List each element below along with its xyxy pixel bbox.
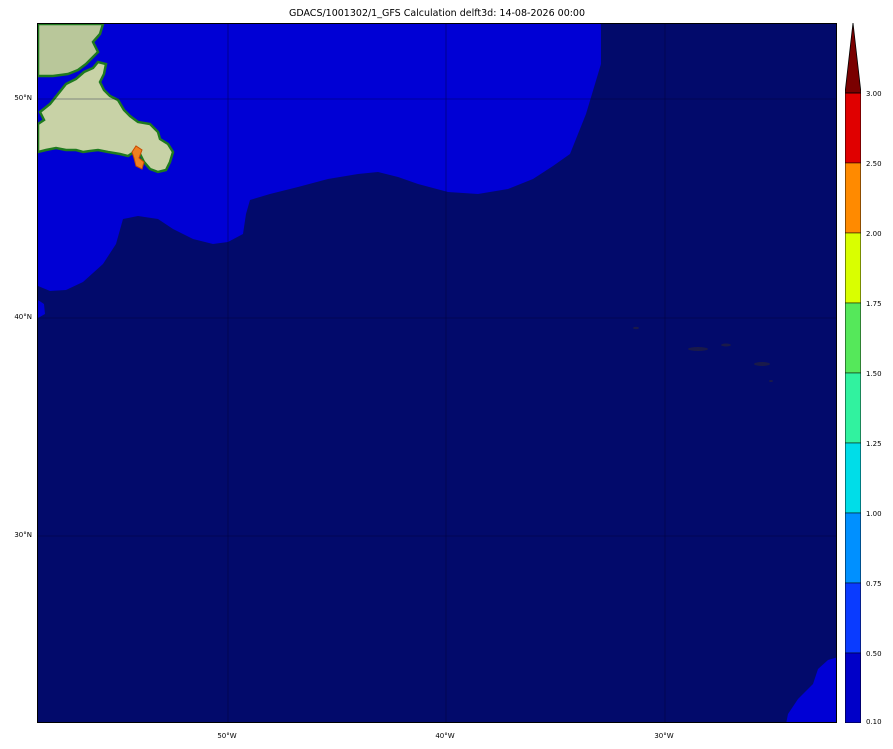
colorbar-label-2.50: 2.50 xyxy=(866,160,882,168)
island-azores-1 xyxy=(633,326,639,330)
lat-label-40n: 40°N xyxy=(14,313,32,321)
colorbar-bins xyxy=(845,92,861,723)
colorbar-label-0.75: 0.75 xyxy=(866,580,882,588)
colorbar-bin-1 xyxy=(845,162,861,234)
colorbar xyxy=(845,23,861,723)
colorbar-bin-2 xyxy=(845,232,861,304)
colorbar-bin-6 xyxy=(845,512,861,584)
colorbar-bin-7 xyxy=(845,582,861,654)
colorbar-label-3.00: 3.00 xyxy=(866,90,882,98)
lat-label-50n: 50°N xyxy=(14,94,32,102)
lon-label-50w: 50°W xyxy=(217,732,237,740)
island-azores-4 xyxy=(754,362,770,366)
colorbar-label-0.50: 0.50 xyxy=(866,650,882,658)
colorbar-label-1.75: 1.75 xyxy=(866,300,882,308)
colorbar-bin-5 xyxy=(845,442,861,514)
map-title: GDACS/1001302/1_GFS Calculation delft3d:… xyxy=(288,8,586,19)
colorbar-label-2.00: 2.00 xyxy=(866,230,882,238)
colorbar-bin-8 xyxy=(845,652,861,723)
map-panel[interactable] xyxy=(37,23,837,723)
colorbar-label-1.00: 1.00 xyxy=(866,510,882,518)
colorbar-bin-4 xyxy=(845,372,861,444)
lat-label-30n: 30°N xyxy=(14,531,32,539)
island-azores-3 xyxy=(721,343,731,347)
island-azores-2 xyxy=(688,347,708,351)
colorbar-label-0.10: 0.10 xyxy=(866,718,882,726)
colorbar-label-1.50: 1.50 xyxy=(866,370,882,378)
lon-label-30w: 30°W xyxy=(654,732,674,740)
colorbar-bin-3 xyxy=(845,302,861,374)
map-canvas xyxy=(38,24,836,722)
island-azores-5 xyxy=(769,380,773,382)
colorbar-extend-arrow xyxy=(845,23,861,94)
lon-label-40w: 40°W xyxy=(435,732,455,740)
colorbar-bin-0 xyxy=(845,92,861,164)
colorbar-label-1.25: 1.25 xyxy=(866,440,882,448)
